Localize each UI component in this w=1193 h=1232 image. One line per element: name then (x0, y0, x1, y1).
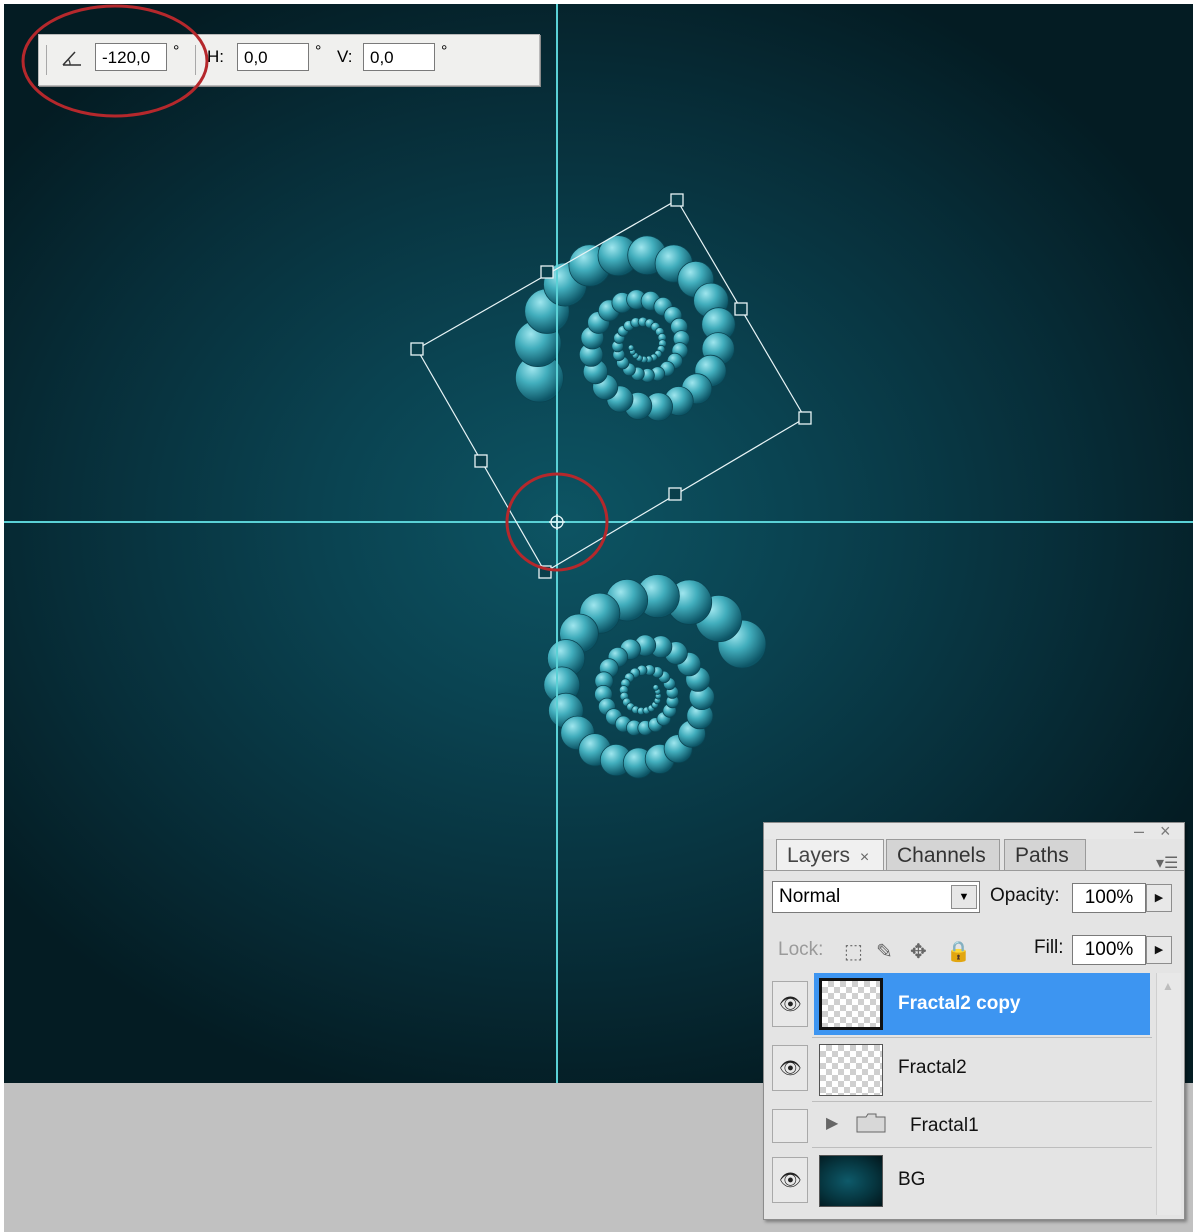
angle-field-highlight (21, 4, 209, 118)
lock-transparency-icon[interactable]: ⬚ (844, 939, 863, 964)
transform-handle-bottom-right-mid[interactable] (668, 487, 682, 501)
layer-name[interactable]: Fractal2 (898, 1057, 967, 1079)
eye-icon: 👁 (779, 1058, 802, 1078)
tab-channels[interactable]: Channels (886, 839, 1000, 871)
row-divider (812, 1101, 1152, 1102)
layer-name[interactable]: Fractal2 copy (898, 993, 1021, 1015)
skew-h-input[interactable]: 0,0 (237, 43, 309, 71)
layer-thumbnail (819, 1155, 883, 1207)
visibility-toggle[interactable]: 👁 (772, 1157, 808, 1203)
transform-handle-top[interactable] (670, 193, 684, 207)
fill-input[interactable]: 100% (1072, 935, 1146, 965)
layer-thumbnail (819, 1044, 883, 1096)
layer-row-bg[interactable]: 👁 BG (764, 1149, 1156, 1215)
opacity-input[interactable]: 100% (1072, 883, 1146, 913)
lock-all-icon[interactable]: 🔒 (946, 939, 971, 964)
tab-layers[interactable]: Layers × (776, 839, 884, 871)
layers-scrollbar[interactable]: ▲ (1156, 973, 1181, 1215)
chevron-down-icon[interactable]: ▼ (951, 885, 977, 909)
layer-name[interactable]: BG (898, 1169, 925, 1191)
transform-handle-left[interactable] (410, 342, 424, 356)
tab-layers-label: Layers (787, 844, 851, 867)
fractal-sphere (652, 684, 660, 691)
expand-arrow-icon[interactable]: ▶ (826, 1113, 838, 1133)
fill-slider-arrow-icon[interactable]: ▶ (1146, 936, 1172, 964)
layer-row-fractal1-group[interactable]: ▶ Fractal1 (764, 1103, 1156, 1147)
folder-icon (856, 1113, 886, 1133)
row-divider (812, 1147, 1152, 1148)
transform-handle-right[interactable] (798, 411, 812, 425)
panel-minimize-button[interactable]: – (1134, 821, 1144, 842)
lock-image-icon[interactable]: ✎ (876, 939, 893, 964)
lock-label: Lock: (778, 939, 824, 960)
eye-icon: 👁 (779, 994, 802, 1014)
tab-divider (764, 870, 1184, 871)
layer-row-fractal2-copy[interactable]: 👁 Fractal2 copy (764, 973, 1156, 1037)
eye-icon: 👁 (779, 1170, 802, 1190)
tab-paths-label: Paths (1015, 844, 1069, 867)
fill-label: Fill: (1034, 937, 1064, 958)
skew-v-label: V: (337, 47, 353, 66)
row-divider (812, 1037, 1152, 1038)
fractal-copy-shape[interactable] (514, 235, 736, 422)
transform-handle-top-right-mid[interactable] (734, 302, 748, 316)
panel-titlebar[interactable] (764, 823, 1184, 839)
tab-channels-label: Channels (897, 844, 986, 867)
lock-row: Lock: ⬚ ✎ ✥ 🔒 Fill: 100% ▶ (764, 929, 1184, 969)
opacity-slider-arrow-icon[interactable]: ▶ (1146, 884, 1172, 912)
h-degree-symbol: ° (315, 43, 322, 60)
opacity-label: Opacity: (990, 885, 1060, 906)
panel-close-button[interactable]: × (1160, 821, 1171, 842)
visibility-toggle[interactable] (772, 1109, 808, 1143)
layers-list: 👁 Fractal2 copy 👁 Fractal2 ▶ Fractal1 👁 … (764, 973, 1156, 1217)
reference-point[interactable] (549, 514, 565, 530)
layer-row-fractal2[interactable]: 👁 Fractal2 (764, 1039, 1156, 1101)
tab-paths[interactable]: Paths (1004, 839, 1086, 871)
lock-position-icon[interactable]: ✥ (910, 939, 927, 964)
v-degree-symbol: ° (441, 43, 448, 60)
fractal2-shape[interactable] (543, 574, 767, 779)
transform-handle-top-left-mid[interactable] (540, 265, 554, 279)
skew-v-input[interactable]: 0,0 (363, 43, 435, 71)
layers-panel: – × Layers × Channels Paths ▾☰ Normal ▼ … (763, 821, 1185, 1220)
scroll-up-icon[interactable]: ▲ (1162, 979, 1174, 993)
tab-layers-close-icon[interactable]: × (860, 849, 869, 866)
layer-name[interactable]: Fractal1 (910, 1115, 979, 1137)
blend-mode-value: Normal (779, 886, 841, 907)
layer-thumbnail (819, 978, 883, 1030)
transform-handle-bottom-left-mid[interactable] (474, 454, 488, 468)
blend-mode-select[interactable]: Normal ▼ (772, 881, 980, 913)
visibility-toggle[interactable]: 👁 (772, 981, 808, 1027)
visibility-toggle[interactable]: 👁 (772, 1045, 808, 1091)
fractal-sphere (627, 344, 635, 352)
